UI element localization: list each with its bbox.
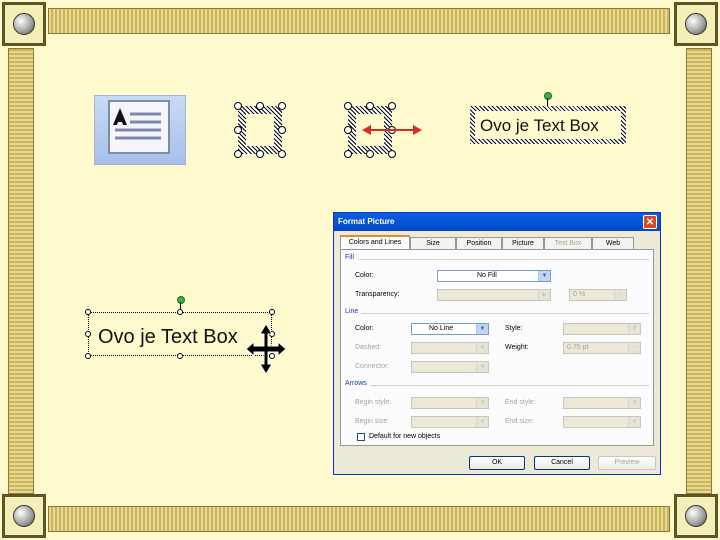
transparency-slider: ▶ (437, 289, 551, 301)
spinner-icon: ÷ (628, 343, 640, 353)
dialog-title-bar: Format Picture ✕ (334, 213, 660, 231)
line-dashed-label: Dashed: (355, 344, 382, 351)
begin-size-select: ▼ (411, 416, 489, 428)
line-dashed-select: ▼ (411, 342, 489, 354)
end-style-label: End style: (505, 399, 536, 406)
resize-arrow-icon (362, 125, 422, 135)
fill-color-label: Color: (355, 272, 374, 279)
corner-knob-icon (13, 505, 35, 527)
end-style-select: ▼ (563, 397, 641, 409)
end-size-select: ▼ (563, 416, 641, 428)
section-divider (371, 385, 649, 386)
line-weight-label: Weight: (505, 344, 529, 351)
move-cursor-icon (245, 323, 287, 375)
transparency-value: 0 % (573, 291, 586, 298)
chevron-down-icon: ▼ (476, 362, 488, 372)
chevron-down-icon: ▼ (476, 324, 488, 334)
chevron-down-icon: ▼ (476, 398, 488, 408)
chevron-down-icon: ▼ (628, 398, 640, 408)
textbox-sample-bottom[interactable]: Ovo je Text Box (84, 296, 290, 378)
spinner-icon: ÷ (614, 290, 626, 300)
frame-corner-top-left (2, 2, 46, 46)
frame-corner-bottom-left (2, 494, 46, 538)
line-style-label: Style: (505, 325, 523, 332)
arrows-section-heading: Arrows (345, 380, 367, 387)
preview-button: Preview (598, 456, 656, 470)
fill-color-value: No Fill (477, 272, 497, 279)
tab-position[interactable]: Position (456, 237, 502, 249)
resize-frame-sample (344, 102, 424, 158)
tab-colors-and-lines[interactable]: Colors and Lines (340, 235, 410, 249)
chevron-down-icon: ▼ (628, 417, 640, 427)
chevron-right-icon: ▶ (538, 290, 550, 300)
tab-picture[interactable]: Picture (502, 237, 544, 249)
line-weight-value: 0.75 pt (567, 344, 589, 351)
begin-size-label: Begin size: (355, 418, 390, 425)
section-divider (359, 259, 649, 260)
tab-web[interactable]: Web (592, 237, 634, 249)
section-divider (361, 313, 649, 314)
format-picture-dialog: Format Picture ✕ Colors and Lines Size P… (333, 212, 661, 475)
transparency-label: Transparency: (355, 291, 400, 298)
default-for-new-objects-checkbox[interactable] (357, 433, 365, 441)
chevron-down-icon: ▼ (476, 343, 488, 353)
dialog-title: Format Picture (338, 217, 395, 226)
begin-style-label: Begin style: (355, 399, 392, 406)
corner-knob-icon (685, 505, 707, 527)
frame-bottom-bar (48, 506, 670, 532)
rotate-handle-icon[interactable] (544, 92, 552, 100)
line-color-select[interactable]: No Line ▼ (411, 323, 489, 335)
connector-select: ▼ (411, 361, 489, 373)
dialog-close-button[interactable]: ✕ (643, 215, 657, 229)
tab-size[interactable]: Size (410, 237, 456, 249)
chevron-down-icon: ▼ (628, 324, 640, 334)
frame-corner-top-right (674, 2, 718, 46)
transparency-field: 0 % ÷ (569, 289, 627, 301)
line-style-select: ▼ (563, 323, 641, 335)
frame-corner-bottom-right (674, 494, 718, 538)
line-color-value: No Line (429, 325, 454, 332)
begin-style-select: ▼ (411, 397, 489, 409)
tab-text-box: Text Box (544, 237, 592, 249)
frame-left-bar (8, 48, 34, 494)
chevron-down-icon: ▼ (476, 417, 488, 427)
line-section-heading: Line (345, 308, 359, 315)
rotate-handle-icon[interactable] (177, 296, 185, 304)
textbox-sample-text: Ovo je Text Box (480, 116, 599, 135)
fill-section-heading: Fill (345, 254, 354, 261)
default-for-new-objects-label: Default for new objects (369, 433, 441, 440)
text-box-glyph-icon (108, 100, 170, 154)
frame-right-bar (686, 48, 712, 494)
end-size-label: End size: (505, 418, 534, 425)
corner-knob-icon (685, 13, 707, 35)
textbox-sample-top[interactable]: Ovo je Text Box (466, 92, 630, 148)
connector-label: Connector: (355, 363, 390, 370)
selection-frame-icon (234, 102, 286, 158)
frame-top-bar (48, 8, 670, 34)
line-weight-field: 0.75 pt ÷ (563, 342, 641, 354)
line-color-label: Color: (355, 325, 374, 332)
textbox-sample-text: Ovo je Text Box (98, 326, 238, 348)
colors-and-lines-panel: Fill Color: No Fill ▼ Transparency: ▶ 0 … (340, 249, 654, 446)
chevron-down-icon: ▼ (538, 271, 550, 281)
corner-knob-icon (13, 13, 35, 35)
fill-color-select[interactable]: No Fill ▼ (437, 270, 551, 282)
text-box-tool-icon[interactable] (94, 95, 186, 165)
ok-button[interactable]: OK (469, 456, 525, 470)
cancel-button[interactable]: Cancel (534, 456, 590, 470)
